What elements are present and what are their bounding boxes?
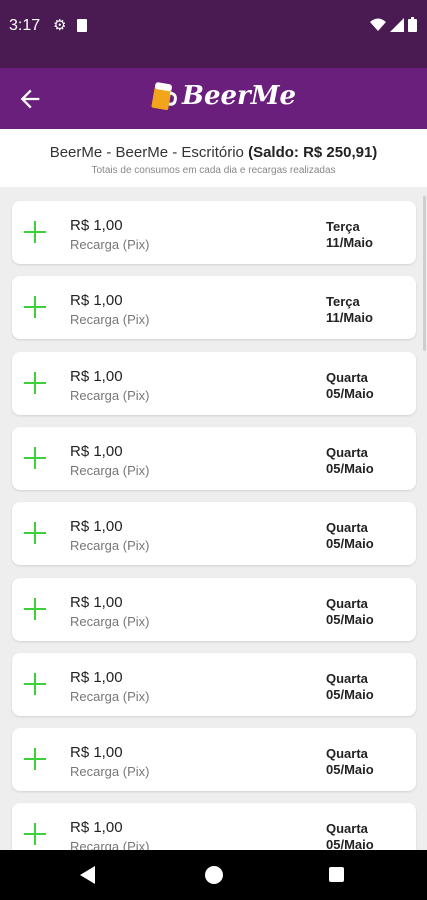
transaction-card[interactable]: R$ 1,00 Recarga (Pix) Quarta 05/Maio [12,351,416,415]
status-bar: 3:17 ⚙ [0,0,427,68]
transaction-weekday: Quarta [326,821,368,837]
transaction-date: 05/Maio [326,385,374,401]
app-logo: BeerMe [150,80,296,112]
transaction-weekday: Quarta [326,746,368,762]
transaction-description: Recarga (Pix) [70,387,150,403]
transaction-date: 05/Maio [326,460,374,476]
transaction-weekday: Terça [326,219,360,234]
sd-card-icon [77,19,87,32]
transaction-card[interactable]: R$ 1,00 Recarga (Pix) Quarta 05/Maio [12,652,416,716]
plus-icon [24,295,48,319]
transaction-date: 11/Maio [326,235,373,250]
transaction-weekday: Quarta [326,670,368,686]
plus-icon [24,597,48,621]
transaction-date: 05/Maio [326,762,374,778]
transaction-description: Recarga (Pix) [70,688,150,704]
transaction-card[interactable]: R$ 1,00 Recarga (Pix) Quarta 05/Maio [12,728,416,792]
transaction-amount: R$ 1,00 [70,217,123,234]
transaction-description: Recarga (Pix) [70,237,150,252]
plus-icon [24,220,48,244]
transaction-date: 05/Maio [326,686,374,702]
nav-back-icon[interactable] [80,866,95,884]
scrollbar[interactable] [423,196,426,351]
transaction-card[interactable]: R$ 1,00 Recarga (Pix) Quarta 05/Maio [12,803,416,850]
transaction-card[interactable]: R$ 1,00 Recarga (Pix) Terça 11/Maio [12,276,416,340]
transaction-amount: R$ 1,00 [70,819,123,837]
transaction-description: Recarga (Pix) [70,764,150,780]
transaction-description: Recarga (Pix) [70,839,150,850]
transaction-card[interactable]: R$ 1,00 Recarga (Pix) Quarta 05/Maio [12,426,416,490]
status-time: 3:17 [9,17,41,34]
transaction-amount: R$ 1,00 [70,668,123,686]
store-name: BeerMe - BeerMe - Escritório [49,144,244,161]
transaction-card[interactable]: R$ 1,00 Recarga (Pix) Terça 11/Maio [12,201,416,264]
logo-text: BeerMe [182,81,297,111]
header-subtitle: Totais de consumos em cada dia e recarga… [91,165,336,176]
plus-icon [24,521,48,545]
signal-icon [390,17,404,32]
transaction-amount: R$ 1,00 [70,442,123,460]
back-arrow-icon[interactable] [16,85,44,113]
transaction-date: 05/Maio [326,536,374,552]
transaction-weekday: Quarta [326,595,368,611]
transaction-date: 05/Maio [326,611,374,627]
transaction-amount: R$ 1,00 [70,518,123,536]
plus-icon [24,822,48,846]
transaction-date: 11/Maio [326,310,373,326]
header-panel: BeerMe - BeerMe - Escritório (Saldo: R$ … [0,129,427,187]
balance-text: (Saldo: R$ 250,91) [248,144,378,161]
transaction-amount: R$ 1,00 [70,367,123,385]
nav-home-icon[interactable] [205,866,223,884]
transaction-card[interactable]: R$ 1,00 Recarga (Pix) Quarta 05/Maio [12,577,416,641]
status-icons [370,17,417,32]
transaction-weekday: Quarta [326,520,368,536]
app-bar: BeerMe [0,68,427,129]
transaction-description: Recarga (Pix) [70,462,150,478]
battery-icon [408,17,417,32]
transaction-description: Recarga (Pix) [70,312,150,328]
plus-icon [24,446,48,470]
plus-icon [24,371,48,395]
transaction-weekday: Quarta [326,444,368,460]
nav-recents-icon[interactable] [329,867,344,882]
settings-gear-icon: ⚙ [53,17,67,34]
transaction-amount: R$ 1,00 [70,292,123,310]
transaction-weekday: Terça [326,294,360,310]
transaction-date: 05/Maio [326,837,374,850]
transaction-card[interactable]: R$ 1,00 Recarga (Pix) Quarta 05/Maio [12,502,416,566]
wifi-icon [370,18,386,31]
beer-mug-icon [151,82,177,111]
system-nav-bar [0,850,427,900]
transaction-weekday: Quarta [326,369,368,385]
plus-icon [24,747,48,771]
transaction-list[interactable]: R$ 1,00 Recarga (Pix) Terça 11/Maio R$ 1,00 R… [0,187,427,850]
transaction-description: Recarga (Pix) [70,613,150,629]
plus-icon [24,672,48,696]
transaction-description: Recarga (Pix) [70,538,150,554]
transaction-amount: R$ 1,00 [70,744,123,762]
header-title: BeerMe - BeerMe - Escritório (Saldo: R$ … [0,144,427,161]
transaction-amount: R$ 1,00 [70,593,123,611]
